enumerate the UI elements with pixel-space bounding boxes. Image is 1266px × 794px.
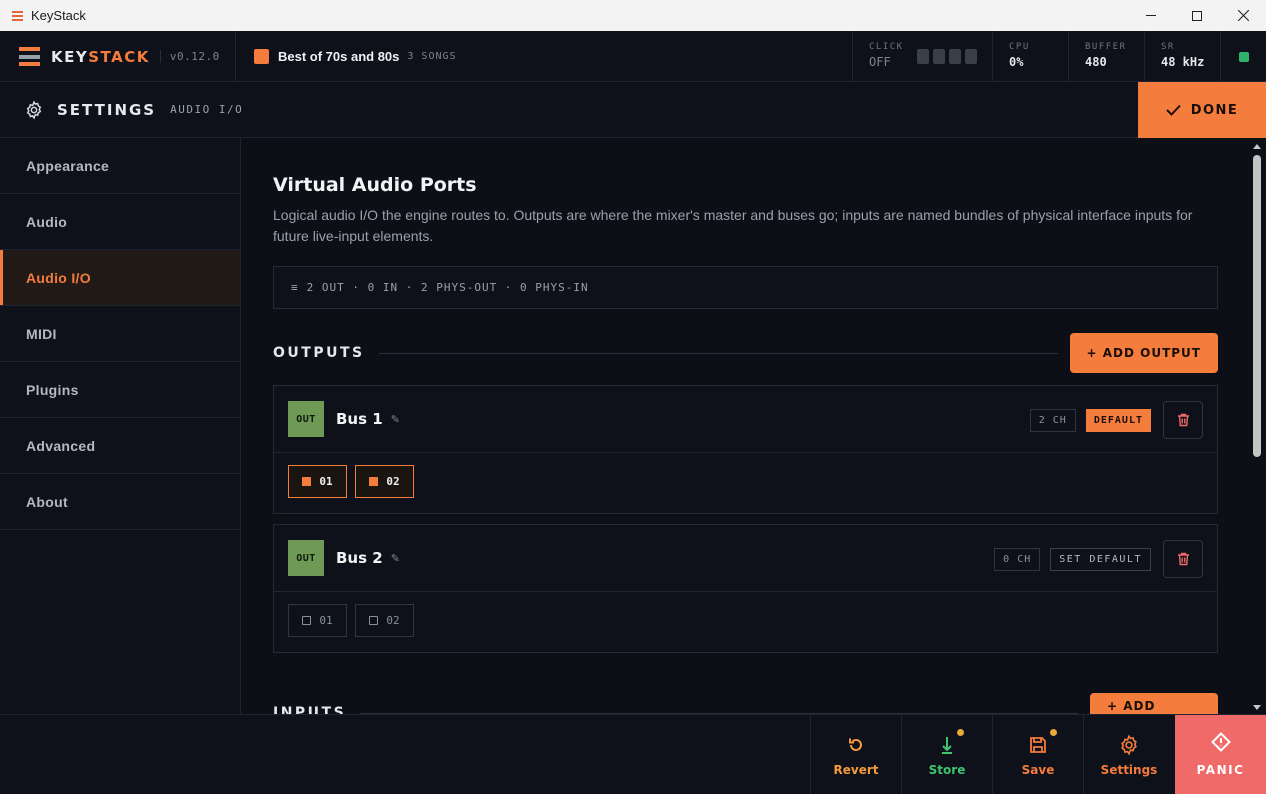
app-version: v0.12.0 bbox=[159, 50, 220, 63]
status-indicator-icon bbox=[1238, 51, 1249, 62]
outputs-label: OUTPUTS bbox=[273, 345, 365, 361]
settings-subtitle: AUDIO I/O bbox=[170, 103, 244, 116]
sidebar-item-audio[interactable]: Audio bbox=[0, 194, 240, 250]
checkbox-checked-icon bbox=[369, 477, 379, 486]
bus-name[interactable]: Bus 2 bbox=[336, 549, 383, 567]
sidebar-item-audio-io[interactable]: Audio I/O bbox=[0, 250, 240, 306]
main-scrollbar[interactable] bbox=[1249, 138, 1266, 714]
bus-name[interactable]: Bus 1 bbox=[336, 410, 383, 428]
store-button[interactable]: Store bbox=[901, 715, 992, 794]
app-menu-icon[interactable] bbox=[12, 10, 23, 21]
sidebar-item-appearance[interactable]: Appearance bbox=[0, 138, 240, 194]
page-description: Logical audio I/O the engine routes to. … bbox=[273, 207, 1193, 244]
settings-title: SETTINGS bbox=[57, 100, 157, 119]
save-button[interactable]: Save bbox=[992, 715, 1083, 794]
pencil-icon[interactable]: ✎ bbox=[391, 552, 400, 565]
settings-sidebar: Appearance Audio Audio I/O MIDI Plugins … bbox=[0, 138, 241, 714]
set-default-button[interactable]: SET DEFAULT bbox=[1050, 547, 1151, 571]
sidebar-item-midi[interactable]: MIDI bbox=[0, 306, 240, 362]
settings-button[interactable]: Settings bbox=[1083, 715, 1174, 794]
save-icon bbox=[1030, 736, 1046, 753]
revert-button[interactable]: Revert bbox=[810, 715, 901, 794]
scroll-up-icon[interactable] bbox=[1253, 144, 1261, 149]
output-bus-card: OUT Bus 2 ✎ 0 CH SET DEFAULT 01 02 bbox=[273, 524, 1218, 653]
maximize-button[interactable] bbox=[1174, 0, 1220, 31]
sidebar-item-advanced[interactable]: Advanced bbox=[0, 418, 240, 474]
add-input-button[interactable]: + ADD INPUT bbox=[1090, 693, 1218, 714]
channel-count-badge: 0 CH bbox=[994, 547, 1041, 571]
delete-bus-button[interactable] bbox=[1163, 540, 1203, 578]
cpu-meter: CPU 0% bbox=[992, 31, 1068, 82]
checkbox-empty-icon bbox=[369, 616, 379, 625]
inputs-header: INPUTS + ADD INPUT bbox=[273, 693, 1218, 714]
sidebar-item-about[interactable]: About bbox=[0, 474, 240, 530]
engine-status bbox=[1220, 31, 1266, 82]
settings-header: SETTINGS AUDIO I/O DONE bbox=[0, 82, 1266, 138]
close-button[interactable] bbox=[1220, 0, 1266, 31]
sample-rate-meter: SR 48 kHz bbox=[1144, 31, 1220, 82]
channel-count-badge: 2 CH bbox=[1029, 408, 1076, 432]
minimize-button[interactable] bbox=[1128, 0, 1174, 31]
app-header: KEYSTACK v0.12.0 Best of 70s and 80s 3 S… bbox=[0, 31, 1266, 82]
out-badge: OUT bbox=[288, 540, 324, 576]
panic-icon bbox=[1210, 732, 1231, 752]
port-summary: ≡ 2 OUT · 0 IN · 2 PHYS-OUT · 0 PHYS-IN bbox=[273, 266, 1218, 309]
list-icon: ≡ bbox=[291, 281, 299, 294]
brand: KEYSTACK v0.12.0 bbox=[0, 31, 236, 82]
unsaved-indicator-icon bbox=[957, 728, 964, 736]
store-icon bbox=[942, 736, 952, 754]
channel-toggle[interactable]: 01 bbox=[288, 465, 347, 498]
setlist-song-count: 3 SONGS bbox=[407, 50, 457, 62]
outputs-header: OUTPUTS + ADD OUTPUT bbox=[273, 333, 1218, 373]
click-beat-indicators bbox=[917, 49, 977, 64]
channel-toggle[interactable]: 02 bbox=[355, 604, 414, 637]
main-content: Virtual Audio Ports Logical audio I/O th… bbox=[241, 138, 1249, 714]
pencil-icon[interactable]: ✎ bbox=[391, 413, 400, 426]
brand-name: KEYSTACK bbox=[51, 47, 150, 66]
trash-icon bbox=[1177, 552, 1189, 566]
default-badge: DEFAULT bbox=[1085, 408, 1151, 432]
scroll-down-icon[interactable] bbox=[1253, 705, 1261, 710]
keystack-logo-icon bbox=[19, 47, 40, 66]
gear-icon bbox=[1121, 734, 1137, 755]
check-icon bbox=[1165, 104, 1181, 116]
delete-bus-button[interactable] bbox=[1163, 401, 1203, 439]
setlist-color-swatch bbox=[254, 48, 269, 64]
done-button[interactable]: DONE bbox=[1138, 82, 1266, 138]
gear-icon bbox=[26, 99, 42, 120]
channel-toggle[interactable]: 01 bbox=[288, 604, 347, 637]
setlist-selector[interactable]: Best of 70s and 80s 3 SONGS bbox=[236, 31, 852, 81]
divider bbox=[378, 352, 1058, 354]
revert-icon bbox=[849, 738, 862, 751]
setlist-name: Best of 70s and 80s bbox=[278, 48, 400, 64]
checkbox-empty-icon bbox=[302, 616, 312, 625]
checkbox-checked-icon bbox=[302, 477, 312, 486]
window-titlebar: KeyStack bbox=[0, 0, 1266, 31]
out-badge: OUT bbox=[288, 401, 324, 437]
channel-toggle[interactable]: 02 bbox=[355, 465, 414, 498]
trash-icon bbox=[1177, 413, 1189, 427]
output-bus-card: OUT Bus 1 ✎ 2 CH DEFAULT 01 02 bbox=[273, 385, 1218, 514]
page-title: Virtual Audio Ports bbox=[273, 174, 477, 196]
add-output-button[interactable]: + ADD OUTPUT bbox=[1069, 333, 1218, 373]
inputs-label: INPUTS bbox=[273, 705, 347, 714]
buffer-meter: BUFFER 480 bbox=[1068, 31, 1144, 82]
sidebar-item-plugins[interactable]: Plugins bbox=[0, 362, 240, 418]
bottom-toolbar: Revert Store Save Settings PANIC bbox=[0, 714, 1266, 794]
scrollbar-thumb[interactable] bbox=[1253, 155, 1261, 457]
unsaved-indicator-icon bbox=[1050, 728, 1057, 736]
panic-button[interactable]: PANIC bbox=[1175, 715, 1266, 794]
window-title: KeyStack bbox=[31, 8, 86, 23]
